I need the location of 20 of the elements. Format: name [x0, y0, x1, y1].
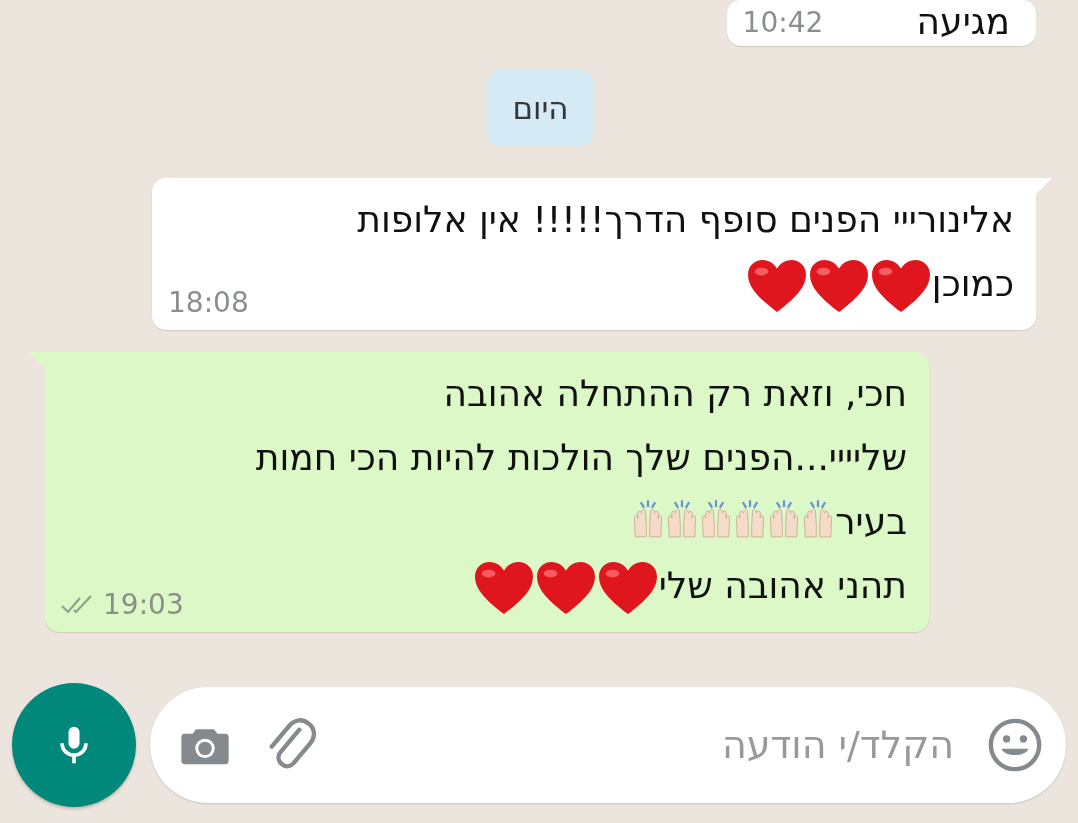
message-field[interactable]: הקלד/י הודעה [150, 687, 1066, 803]
message-text: מגיעה [916, 0, 1010, 44]
heart-icon [472, 560, 535, 616]
message-text: כמוכן [931, 262, 1014, 306]
message-text: שליייי...הפנים שלך הולכות להיות הכי חמות [255, 436, 907, 480]
message-text: בעיר [835, 500, 907, 544]
message-text: תהני אהובה שלי [658, 564, 907, 608]
heart-icon [534, 560, 597, 616]
heart-icon [869, 258, 932, 314]
emoji-icon[interactable] [986, 716, 1044, 774]
message-text: אלינורייי הפנים סופף הדרך!!!!! אין אלופות [357, 198, 1014, 242]
heart-icon [807, 258, 870, 314]
message-time: 10:42 [742, 6, 824, 40]
heart-icon [596, 560, 659, 616]
date-chip: היום [488, 70, 593, 146]
message-time: 18:08 [168, 286, 249, 320]
heart-icon [745, 258, 808, 314]
message-input[interactable]: הקלד/י הודעה [350, 722, 956, 768]
message-text: חכי, וזאת רק ההתחלה אהובה [443, 372, 907, 416]
message-time: 19:03 [103, 588, 184, 622]
